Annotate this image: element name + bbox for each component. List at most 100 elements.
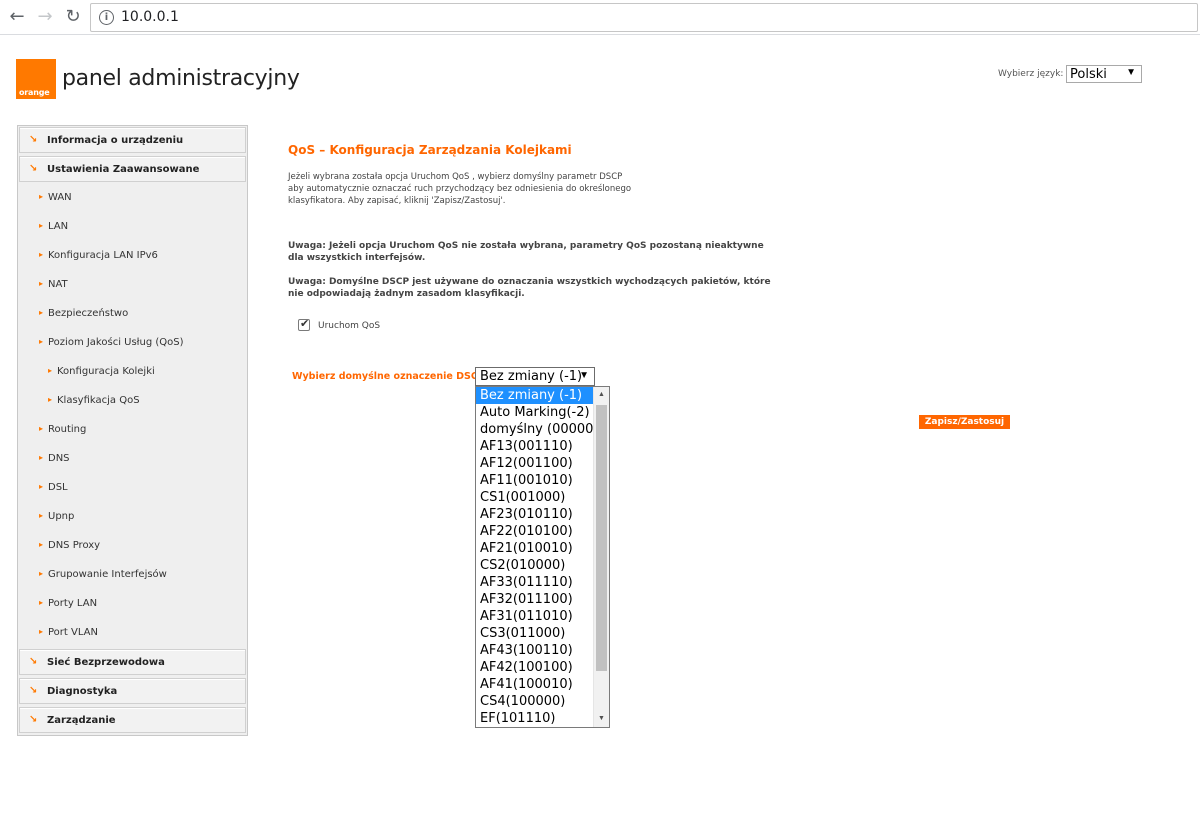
dropdown-option[interactable]: AF13(001110) (476, 438, 594, 455)
sidebar-item-label: Porty LAN (48, 598, 98, 609)
chevron-down-icon: ▼ (1126, 67, 1136, 78)
address-bar[interactable]: i 10.0.0.1 (90, 3, 1198, 32)
dropdown-option[interactable]: AF43(100110) (476, 642, 594, 659)
enable-qos-checkbox[interactable]: ✔ (298, 317, 310, 331)
language-select[interactable]: Polski ▼ (1066, 65, 1142, 83)
chevron-down-icon: ▼ (579, 370, 589, 381)
dropdown-option[interactable]: Auto Marking(-2) (476, 404, 594, 421)
dropdown-option[interactable]: CS3(011000) (476, 625, 594, 642)
dropdown-option[interactable]: domyślny (000000) (476, 421, 607, 438)
reload-icon[interactable]: ↻ (62, 6, 84, 28)
sidebar-item-diagnostics[interactable]: ↘ Diagnostyka (19, 678, 246, 704)
dropdown-option[interactable]: AF32(011100) (476, 591, 594, 608)
note-default-dscp: Uwaga: Domyślne DSCP jest używane do ozn… (288, 277, 771, 299)
sidebar-item-qos-classification[interactable]: ▸ Klasyfikacja QoS (19, 388, 246, 414)
sidebar-item-device-info[interactable]: ↘ Informacja o urządzeniu (19, 127, 246, 153)
forward-arrow-icon[interactable]: → (34, 6, 56, 28)
dropdown-option[interactable]: CS2(010000) (476, 557, 594, 574)
dropdown-scrollbar[interactable]: ▲ ▼ (593, 387, 609, 727)
sidebar-item-label: LAN (48, 221, 69, 232)
scrollbar-thumb[interactable] (596, 405, 607, 671)
page-title: QoS – Konfiguracja Zarządzania Kolejkami (288, 143, 572, 157)
sidebar-item-advanced-settings[interactable]: ↘ Ustawienia Zaawansowane (19, 156, 246, 182)
dropdown-option[interactable]: AF12(001100) (476, 455, 594, 472)
dropdown-option[interactable]: AF11(001010) (476, 472, 594, 489)
browser-toolbar: ← → ↻ i 10.0.0.1 (0, 0, 1200, 35)
sidebar-item-label: Konfiguracja Kolejki (57, 366, 155, 377)
sidebar-item-label: DSL (48, 482, 68, 493)
page-description: Jeżeli wybrana została opcja Uruchom QoS… (288, 172, 632, 206)
arrow-icon: ↘ (29, 134, 38, 145)
sidebar-item-label: Upnp (48, 511, 75, 522)
sidebar-item-label: Konfiguracja LAN IPv6 (48, 250, 158, 261)
dropdown-option[interactable]: AF41(100010) (476, 676, 594, 693)
sidebar-item-label: Sieć Bezprzewodowa (47, 657, 165, 668)
sidebar-item-nat[interactable]: ▸ NAT (19, 272, 246, 298)
dropdown-option[interactable]: AF31(011010) (476, 608, 594, 625)
sidebar-item-label: Poziom Jakości Usług (QoS) (48, 337, 184, 348)
dropdown-option[interactable]: AF22(010100) (476, 523, 594, 540)
sidebar-item-lan-ipv6[interactable]: ▸ Konfiguracja LAN IPv6 (19, 243, 246, 269)
scroll-up-icon[interactable]: ▲ (594, 387, 609, 403)
enable-qos-label: Uruchom QoS (318, 321, 381, 331)
bullet-icon: ▸ (39, 279, 44, 288)
sidebar-item-routing[interactable]: ▸ Routing (19, 417, 246, 443)
sidebar-item-dns-proxy[interactable]: ▸ DNS Proxy (19, 533, 246, 559)
language-value: Polski (1070, 67, 1107, 82)
info-icon[interactable]: i (99, 10, 114, 25)
bullet-icon: ▸ (39, 337, 44, 346)
sidebar-item-label: WAN (48, 192, 72, 203)
bullet-icon: ▸ (39, 221, 44, 230)
sidebar-item-lan-ports[interactable]: ▸ Porty LAN (19, 591, 246, 617)
dropdown-option[interactable]: Bez zmiany (-1) (476, 387, 594, 404)
sidebar-item-label: Port VLAN (48, 627, 98, 638)
scroll-down-icon[interactable]: ▼ (594, 711, 609, 727)
sidebar-item-wireless[interactable]: ↘ Sieć Bezprzewodowa (19, 649, 246, 675)
sidebar-menu: ↘ Informacja o urządzeniu ↘ Ustawienia Z… (17, 125, 248, 736)
sidebar-item-port-vlan[interactable]: ▸ Port VLAN (19, 620, 246, 646)
sidebar-item-label: Diagnostyka (47, 686, 118, 697)
arrow-icon: ↘ (29, 685, 38, 696)
dropdown-option[interactable]: AF33(011110) (476, 574, 594, 591)
app-title: panel administracyjny (62, 66, 300, 91)
sidebar-item-wan[interactable]: ▸ WAN (19, 185, 246, 211)
bullet-icon: ▸ (39, 424, 44, 433)
back-arrow-icon[interactable]: ← (6, 6, 28, 28)
dropdown-option[interactable]: AF21(010010) (476, 540, 594, 557)
save-apply-button[interactable]: Zapisz/Zastosuj (919, 415, 1010, 429)
sidebar-item-interface-grouping[interactable]: ▸ Grupowanie Interfejsów (19, 562, 246, 588)
sidebar-item-lan[interactable]: ▸ LAN (19, 214, 246, 240)
dropdown-option[interactable]: CS4(100000) (476, 693, 594, 710)
sidebar-item-upnp[interactable]: ▸ Upnp (19, 504, 246, 530)
bullet-icon: ▸ (39, 569, 44, 578)
dropdown-option[interactable]: CS1(001000) (476, 489, 594, 506)
sidebar-item-management[interactable]: ↘ Zarządzanie (19, 707, 246, 733)
sidebar-item-label: DNS Proxy (48, 540, 101, 551)
dscp-select[interactable]: Bez zmiany (-1) ▼ (475, 367, 595, 386)
sidebar-item-label: Informacja o urządzeniu (47, 135, 184, 146)
note-qos-disabled: Uwaga: Jeżeli opcja Uruchom QoS nie zost… (288, 241, 764, 263)
bullet-icon: ▸ (39, 250, 44, 259)
bullet-icon: ▸ (48, 395, 53, 404)
dscp-selected-value: Bez zmiany (-1) (480, 369, 583, 384)
url-text: 10.0.0.1 (121, 9, 179, 25)
sidebar-item-dsl[interactable]: ▸ DSL (19, 475, 246, 501)
language-label: Wybierz język: (998, 69, 1064, 79)
dropdown-option[interactable]: AF42(100100) (476, 659, 594, 676)
sidebar-item-security[interactable]: ▸ Bezpieczeństwo (19, 301, 246, 327)
dropdown-option[interactable]: AF23(010110) (476, 506, 594, 523)
sidebar-item-label: Routing (48, 424, 87, 435)
sidebar-item-queue-config[interactable]: ▸ Konfiguracja Kolejki (19, 359, 246, 385)
dscp-dropdown-list[interactable]: Bez zmiany (-1) Auto Marking(-2) domyśln… (475, 386, 610, 728)
sidebar-item-qos[interactable]: ▸ Poziom Jakości Usług (QoS) (19, 330, 246, 356)
arrow-icon: ↘ (29, 714, 38, 725)
sidebar-item-dns[interactable]: ▸ DNS (19, 446, 246, 472)
bullet-icon: ▸ (39, 540, 44, 549)
checkmark-icon: ✔ (300, 317, 310, 330)
logo-text: orange (19, 88, 50, 97)
orange-logo: orange (16, 59, 56, 99)
bullet-icon: ▸ (39, 627, 44, 636)
bullet-icon: ▸ (39, 453, 44, 462)
bullet-icon: ▸ (48, 366, 53, 375)
dropdown-option[interactable]: EF(101110) (476, 710, 594, 727)
